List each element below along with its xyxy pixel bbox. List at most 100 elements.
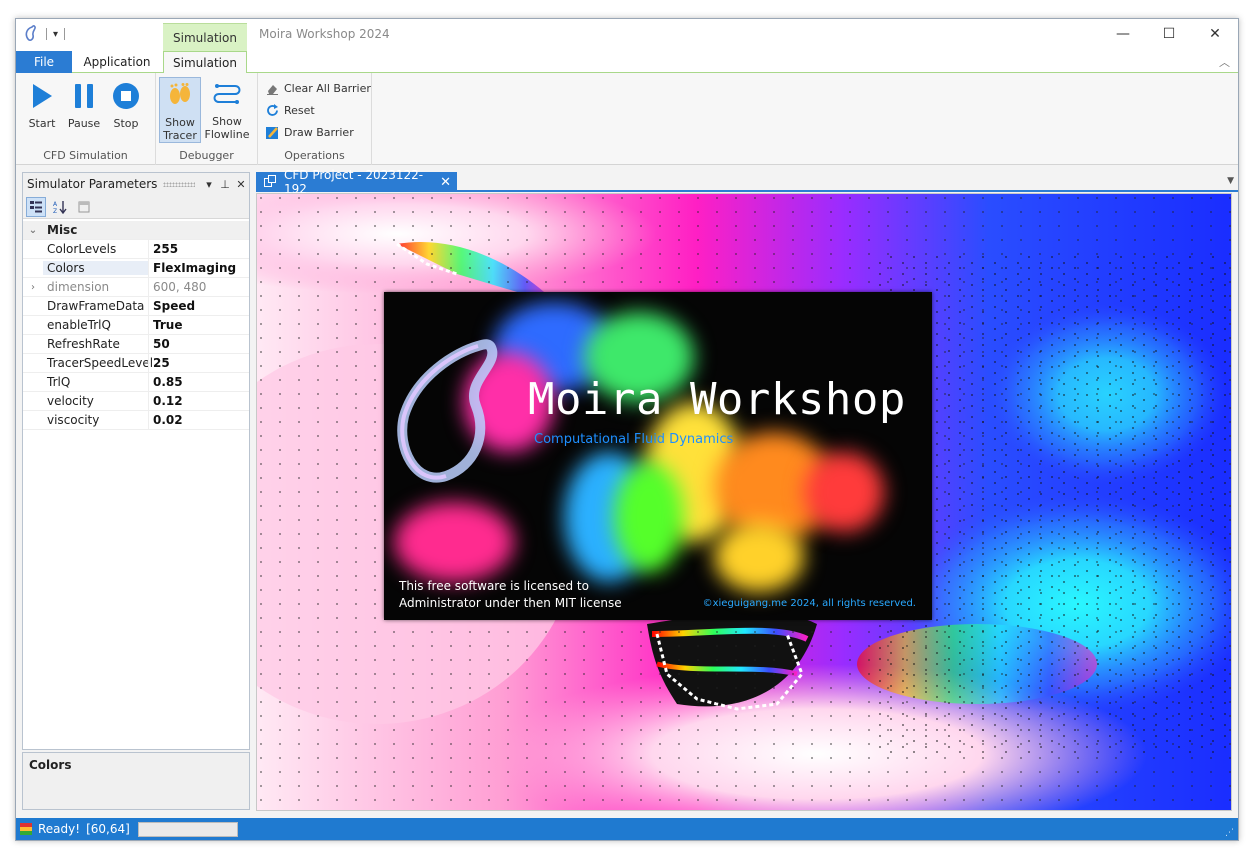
- property-value[interactable]: FlexImaging: [148, 259, 249, 277]
- property-value[interactable]: 0.12: [148, 392, 249, 410]
- property-value[interactable]: 0.85: [148, 373, 249, 391]
- document-list-dropdown-icon[interactable]: ▼: [1227, 176, 1234, 186]
- context-tab-header: Simulation: [163, 23, 247, 51]
- stop-label: Stop: [113, 117, 139, 130]
- ribbon: Start Pause Stop CFD Simulation Show Tra…: [16, 73, 1238, 165]
- pin-icon[interactable]: ⊥: [217, 178, 233, 191]
- qat-customize-icon[interactable]: ▾: [53, 29, 58, 40]
- ribbon-collapse-icon[interactable]: ︿: [1219, 54, 1230, 70]
- property-pages-icon[interactable]: [74, 197, 94, 217]
- ribbon-tab-row: File Application Simulation ︿: [16, 51, 1238, 74]
- property-row[interactable]: ColorLevels 255: [23, 240, 249, 259]
- property-name: velocity: [47, 394, 94, 408]
- status-progress-bar: [137, 821, 238, 837]
- document-tab-strip: CFD Project - 2023122-192 ✕ ▼: [256, 168, 1238, 196]
- footprints-icon: [165, 82, 195, 110]
- categorized-view-icon[interactable]: [26, 196, 46, 217]
- property-value[interactable]: 255: [148, 240, 249, 258]
- property-name: dimension: [47, 280, 110, 294]
- property-value[interactable]: 25: [148, 354, 249, 372]
- stop-icon: [111, 81, 141, 111]
- draw-barrier-label: Draw Barrier: [284, 125, 354, 139]
- property-row[interactable]: velocity 0.12: [23, 392, 249, 411]
- minimize-button[interactable]: —: [1100, 19, 1146, 49]
- ribbon-group-cfd: Start Pause Stop CFD Simulation: [16, 73, 156, 165]
- collapse-chevron-icon[interactable]: ⌄: [23, 225, 43, 236]
- property-value[interactable]: Speed: [148, 297, 249, 315]
- property-name: TracerSpeedLevel: [47, 356, 154, 370]
- group-label-cfd: CFD Simulation: [43, 149, 128, 162]
- property-name: viscocity: [47, 413, 100, 427]
- show-tracer-label-2: Tracer: [163, 129, 197, 142]
- eraser-icon: [266, 82, 279, 95]
- property-value[interactable]: 50: [148, 335, 249, 353]
- qat-separator: [46, 28, 47, 40]
- alphabetical-sort-icon[interactable]: AZ: [50, 197, 70, 217]
- document-icon: [264, 174, 276, 190]
- close-button[interactable]: ✕: [1192, 19, 1238, 49]
- window-title: Moira Workshop 2024: [259, 27, 390, 41]
- reset-button[interactable]: Reset: [266, 100, 315, 120]
- clear-all-barrier-button[interactable]: Clear All Barrier: [266, 78, 371, 98]
- document-tab-close-icon[interactable]: ✕: [440, 175, 451, 190]
- clear-all-barrier-label: Clear All Barrier: [284, 81, 371, 95]
- property-value[interactable]: 600, 480: [148, 278, 249, 296]
- status-bar: Ready! [60,64] ⋰: [16, 818, 1238, 840]
- splash-copyright: ©xieguigang.me 2024, all rights reserved…: [702, 598, 916, 609]
- property-value[interactable]: 0.02: [148, 411, 249, 429]
- property-grid: ⌄ Misc ColorLevels 255 Colors FlexImagin…: [23, 221, 249, 430]
- svg-text:A: A: [53, 201, 58, 208]
- start-button[interactable]: Start: [22, 77, 62, 141]
- splash-screen: Moira Workshop Computational Fluid Dynam…: [384, 292, 932, 620]
- status-app-icon: [20, 823, 32, 835]
- category-row-misc[interactable]: ⌄ Misc: [23, 221, 249, 240]
- ink-smoke: [804, 452, 884, 532]
- property-row[interactable]: TrlQ 0.85: [23, 373, 249, 392]
- status-coords: [60,64]: [86, 822, 130, 836]
- status-text: Ready!: [38, 822, 81, 836]
- property-value[interactable]: True: [148, 316, 249, 334]
- qat-separator: [64, 28, 66, 40]
- property-row[interactable]: › dimension 600, 480: [23, 278, 249, 297]
- window-controls: — ☐ ✕: [1100, 19, 1238, 49]
- property-name: ColorLevels: [47, 242, 117, 256]
- simulation-viewport[interactable]: Moira Workshop Computational Fluid Dynam…: [256, 193, 1232, 811]
- pause-icon: [69, 81, 99, 111]
- document-tab[interactable]: CFD Project - 2023122-192 ✕: [256, 168, 457, 196]
- stop-button[interactable]: Stop: [106, 77, 146, 141]
- expand-chevron-icon[interactable]: ›: [23, 282, 43, 293]
- property-name: enableTrlQ: [47, 318, 111, 332]
- panel-menu-icon[interactable]: ▾: [201, 178, 217, 191]
- show-flowline-label-1: Show: [212, 115, 242, 128]
- tab-file[interactable]: File: [16, 51, 72, 73]
- property-row[interactable]: RefreshRate 50: [23, 335, 249, 354]
- property-row[interactable]: enableTrlQ True: [23, 316, 249, 335]
- pause-label: Pause: [67, 117, 101, 130]
- panel-close-icon[interactable]: ✕: [233, 178, 249, 191]
- tab-application[interactable]: Application: [74, 51, 160, 73]
- property-row[interactable]: Colors FlexImaging: [23, 259, 249, 278]
- ribbon-group-operations: Clear All Barrier Reset Draw Barrier Ope…: [258, 73, 372, 165]
- pause-button[interactable]: Pause: [64, 77, 104, 141]
- group-label-debugger: Debugger: [179, 149, 234, 162]
- refresh-icon: [266, 103, 279, 117]
- property-row[interactable]: viscocity 0.02: [23, 411, 249, 430]
- draw-barrier-button[interactable]: Draw Barrier: [266, 122, 354, 142]
- ink-smoke: [614, 462, 684, 572]
- title-bar: ▾ Simulation Moira Workshop 2024 — ☐ ✕: [16, 19, 1238, 51]
- tab-simulation[interactable]: Simulation: [163, 51, 247, 74]
- property-name: DrawFrameData: [47, 299, 145, 313]
- property-row[interactable]: TracerSpeedLevel 25: [23, 354, 249, 373]
- panel-gripper[interactable]: [163, 181, 195, 187]
- show-flowline-button[interactable]: Show Flowline: [204, 77, 250, 141]
- property-row[interactable]: DrawFrameData Speed: [23, 297, 249, 316]
- maximize-button[interactable]: ☐: [1146, 19, 1192, 49]
- flowline-icon: [212, 81, 242, 109]
- properties-panel: Simulator Parameters ▾ ⊥ ✕ AZ ⌄ Misc Col…: [22, 172, 250, 750]
- reset-label: Reset: [284, 103, 315, 117]
- splash-title: Moira Workshop: [528, 374, 906, 425]
- quick-access-toolbar: ▾: [24, 25, 66, 43]
- resize-grip-icon[interactable]: ⋰: [1225, 828, 1234, 838]
- description-title: Colors: [29, 758, 72, 772]
- show-tracer-button[interactable]: Show Tracer: [159, 77, 201, 143]
